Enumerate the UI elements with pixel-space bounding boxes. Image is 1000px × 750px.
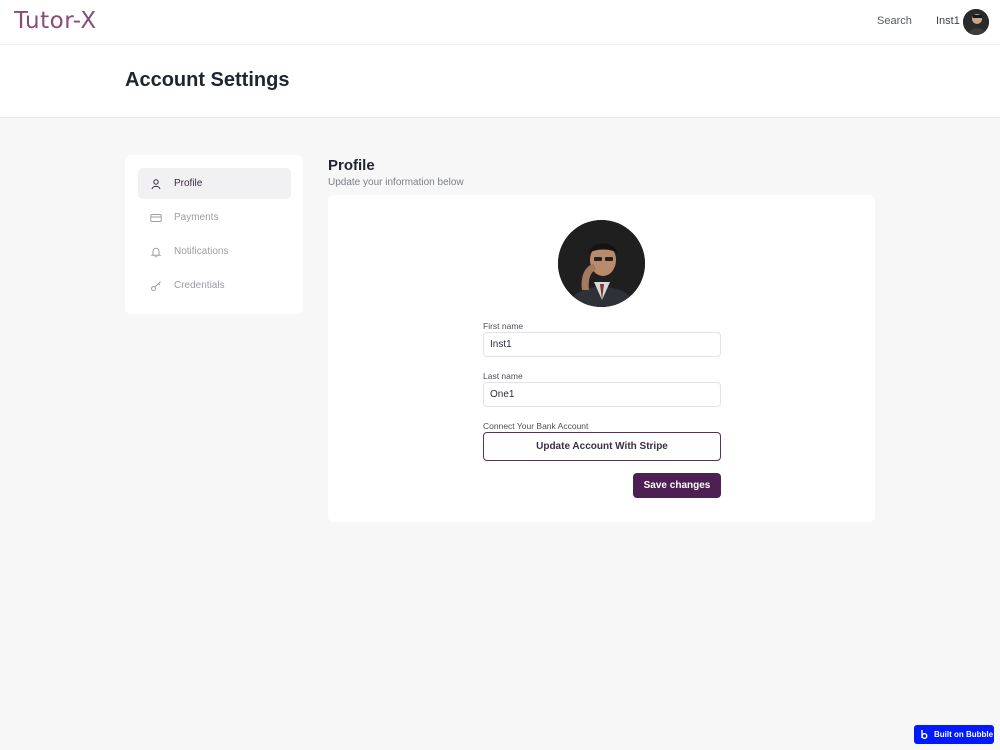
nav-search-link[interactable]: Search [877,15,912,27]
section-title: Profile [328,157,375,174]
update-stripe-button[interactable]: Update Account With Stripe [483,432,721,461]
nav-avatar[interactable] [963,9,989,35]
page-title: Account Settings [125,69,290,91]
sidebar-item-label: Credentials [174,280,225,291]
save-changes-button[interactable]: Save changes [633,473,721,498]
logo[interactable]: Tutor-X [14,8,97,34]
page-header: Account Settings [0,45,1000,118]
built-on-bubble-badge[interactable]: Built on Bubble [914,725,994,744]
bank-account-label: Connect Your Bank Account [483,421,589,431]
last-name-input[interactable] [483,382,721,407]
last-name-label: Last name [483,371,523,381]
key-icon [150,280,162,292]
credit-card-icon [150,212,162,224]
sidebar-item-label: Profile [174,178,203,189]
badge-label: Built on Bubble [934,730,994,739]
sidebar-item-profile[interactable]: Profile [138,168,291,199]
settings-sidebar: Profile Payments Notifications Credentia… [125,155,303,314]
top-navbar: Tutor-X Search Inst1 [0,0,1000,45]
section-subtitle: Update your information below [328,177,464,188]
sidebar-item-payments[interactable]: Payments [138,202,291,233]
sidebar-item-label: Payments [174,212,219,223]
first-name-label: First name [483,321,524,331]
profile-form-card: First name Last name Connect Your Bank A… [328,195,875,522]
bell-icon [150,246,162,258]
user-icon [150,178,162,190]
sidebar-item-notifications[interactable]: Notifications [138,236,291,267]
first-name-input[interactable] [483,332,721,357]
profile-photo[interactable] [558,220,645,307]
sidebar-item-credentials[interactable]: Credentials [138,270,291,301]
bubble-logo-icon [919,729,930,740]
sidebar-item-label: Notifications [174,246,229,257]
nav-user-name[interactable]: Inst1 [936,15,960,27]
